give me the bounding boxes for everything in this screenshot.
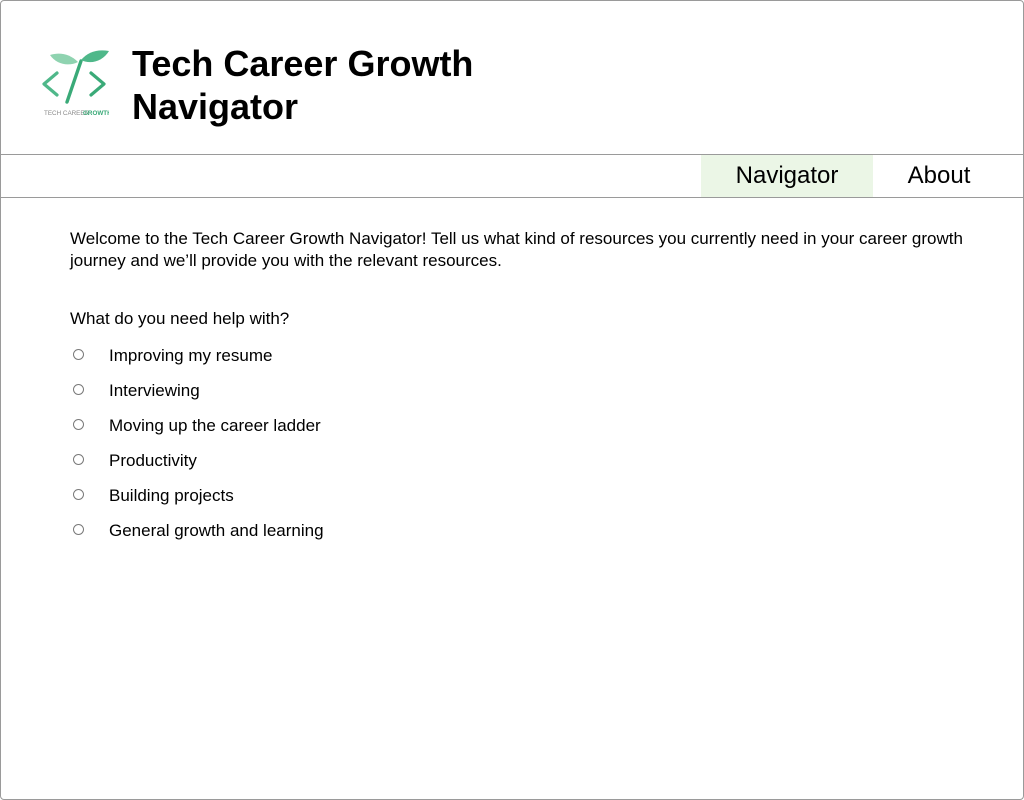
welcome-text: Welcome to the Tech Career Growth Naviga…: [70, 229, 963, 270]
tab-navigator[interactable]: Navigator: [701, 155, 873, 197]
site-header: TECH CAREER GROWTH Tech Career Growth Na…: [1, 1, 1023, 154]
nav-bar: Navigator About: [1, 154, 1023, 198]
tab-about[interactable]: About: [873, 155, 1005, 197]
radio-button[interactable]: [73, 419, 84, 430]
option-label[interactable]: Productivity: [109, 451, 197, 471]
option-label[interactable]: Improving my resume: [109, 346, 272, 366]
app-window: TECH CAREER GROWTH Tech Career Growth Na…: [0, 0, 1024, 800]
question-label: What do you need help with?: [70, 309, 290, 328]
option-label[interactable]: Building projects: [109, 486, 234, 506]
option-label[interactable]: Interviewing: [109, 381, 200, 401]
option-label[interactable]: General growth and learning: [109, 521, 324, 541]
sprout-code-icon: TECH CAREER GROWTH: [42, 50, 112, 117]
option-label[interactable]: Moving up the career ladder: [109, 416, 321, 436]
radio-button[interactable]: [73, 349, 84, 360]
logo: TECH CAREER GROWTH: [39, 47, 112, 119]
site-title: Tech Career Growth Navigator: [132, 43, 474, 127]
logo-text-part2: GROWTH: [83, 110, 109, 117]
main-content: Welcome to the Tech Career Growth Naviga…: [70, 228, 970, 540]
radio-button[interactable]: [73, 489, 84, 500]
radio-button[interactable]: [73, 454, 84, 465]
radio-button[interactable]: [73, 384, 84, 395]
radio-button[interactable]: [73, 524, 84, 535]
